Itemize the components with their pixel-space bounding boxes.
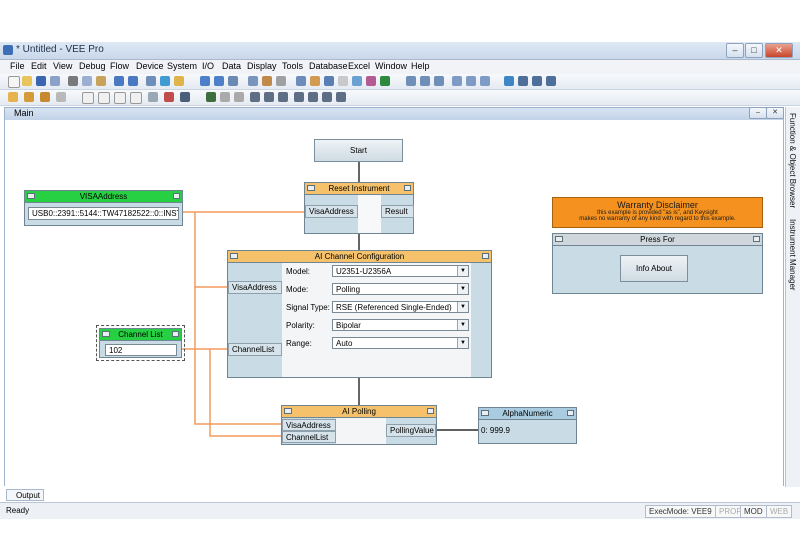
reset-instrument-title: Reset Instrument <box>328 184 390 193</box>
wire-visa-aich <box>194 212 228 288</box>
pin-result[interactable]: Result <box>381 205 414 218</box>
corner-icon[interactable] <box>173 193 180 199</box>
chevron-down-icon[interactable]: ▼ <box>457 320 468 330</box>
chevron-down-icon[interactable]: ▼ <box>457 302 468 312</box>
mode-label: Mode: <box>286 285 309 294</box>
minimize-icon[interactable] <box>230 253 238 259</box>
status-text: Ready <box>6 506 30 515</box>
corner-icon[interactable] <box>404 185 411 191</box>
channel-list-object[interactable]: Channel List 102 <box>99 328 182 358</box>
minimize-icon[interactable] <box>102 331 110 337</box>
minimize-icon[interactable] <box>27 193 35 199</box>
ai-polling-title: AI Polling <box>342 407 376 416</box>
info-about-button[interactable]: Info About <box>620 255 688 282</box>
warranty-disclaimer-note: Warranty Disclaimer this example is prov… <box>552 197 763 228</box>
exec-mode-indicator: ExecMode: VEE9 <box>645 505 716 518</box>
signal-type-value: RSE (Referenced Single-Ended) <box>336 303 452 312</box>
corner-icon[interactable] <box>567 410 574 416</box>
chevron-down-icon[interactable]: ▼ <box>457 284 468 294</box>
alphanumeric-header: AlphaNumeric <box>479 408 576 420</box>
press-for-object[interactable]: Press For Info About <box>552 233 763 294</box>
pin-visa-address[interactable]: VisaAddress <box>228 281 282 294</box>
visa-address-value[interactable]: USB0::2391::5144::TW47182522::0::INSTR <box>28 207 179 220</box>
visa-address-title: VISAAddress <box>79 192 128 201</box>
reset-instrument-body <box>358 195 381 233</box>
signal-type-label: Signal Type: <box>286 303 330 312</box>
channel-list-header: Channel List <box>100 329 181 341</box>
mode-value: Polling <box>336 285 361 294</box>
alphanumeric-title: AlphaNumeric <box>502 409 553 418</box>
minimize-icon[interactable] <box>307 185 315 191</box>
model-label: Model: <box>286 267 311 276</box>
pin-channel-list[interactable]: ChannelList <box>228 343 282 356</box>
tab-output[interactable]: Output <box>6 489 44 501</box>
visa-address-header: VISAAddress <box>25 191 182 203</box>
pin-polling-value[interactable]: PollingValue <box>386 424 436 437</box>
pin-channel-list[interactable]: ChannelList <box>282 431 336 443</box>
corner-icon[interactable] <box>753 236 760 242</box>
chevron-down-icon[interactable]: ▼ <box>457 266 468 276</box>
minimize-icon[interactable] <box>284 408 292 414</box>
warranty-line-2: makes no warranty of any kind with regar… <box>579 216 736 222</box>
chevron-down-icon[interactable]: ▼ <box>457 338 468 348</box>
alphanumeric-object[interactable]: AlphaNumeric 0: 999.9 <box>478 407 577 444</box>
press-for-header: Press For <box>553 234 762 246</box>
minimize-icon[interactable] <box>555 236 563 242</box>
range-value: Auto <box>336 339 353 348</box>
model-select[interactable]: U2351-U2356A ▼ <box>332 265 469 277</box>
visa-address-object[interactable]: VISAAddress USB0::2391::5144::TW47182522… <box>24 190 183 226</box>
polarity-select[interactable]: Bipolar ▼ <box>332 319 469 331</box>
range-select[interactable]: Auto ▼ <box>332 337 469 349</box>
corner-icon[interactable] <box>172 331 179 337</box>
range-label: Range: <box>286 339 312 348</box>
start-button[interactable]: Start <box>314 139 403 162</box>
ai-polling-body <box>336 418 386 444</box>
status-bar: Ready ExecMode: VEE9 PROF MOD WEB <box>0 502 800 519</box>
signal-type-select[interactable]: RSE (Referenced Single-Ended) ▼ <box>332 301 469 313</box>
ai-polling-object[interactable]: AI Polling VisaAddress ChannelList Polli… <box>281 405 437 445</box>
polarity-label: Polarity: <box>286 321 315 330</box>
web-indicator: WEB <box>766 505 793 518</box>
channel-list-title: Channel List <box>118 330 163 339</box>
reset-instrument-header: Reset Instrument <box>305 183 413 195</box>
tab-output-label: Output <box>15 491 40 500</box>
ai-channel-config-title: AI Channel Configuration <box>314 252 405 261</box>
reset-instrument-object[interactable]: Reset Instrument VisaAddress Result <box>304 182 414 234</box>
pin-visa-address[interactable]: VisaAddress <box>305 205 358 218</box>
model-value: U2351-U2356A <box>336 267 392 276</box>
polarity-value: Bipolar <box>336 321 361 330</box>
warranty-title: Warranty Disclaimer <box>617 200 698 210</box>
mode-select[interactable]: Polling ▼ <box>332 283 469 295</box>
alphanumeric-value: 0: 999.9 <box>481 426 510 435</box>
corner-icon[interactable] <box>482 253 489 259</box>
pin-visa-address[interactable]: VisaAddress <box>282 419 336 431</box>
minimize-icon[interactable] <box>481 410 489 416</box>
channel-list-value[interactable]: 102 <box>105 344 177 356</box>
press-for-title: Press For <box>640 235 675 244</box>
corner-icon[interactable] <box>427 408 434 414</box>
ai-polling-header: AI Polling <box>282 406 436 418</box>
ai-channel-config-object[interactable]: AI Channel Configuration VisaAddress Cha… <box>227 250 492 378</box>
ai-channel-config-header: AI Channel Configuration <box>228 251 491 263</box>
mod-indicator: MOD <box>740 505 767 518</box>
